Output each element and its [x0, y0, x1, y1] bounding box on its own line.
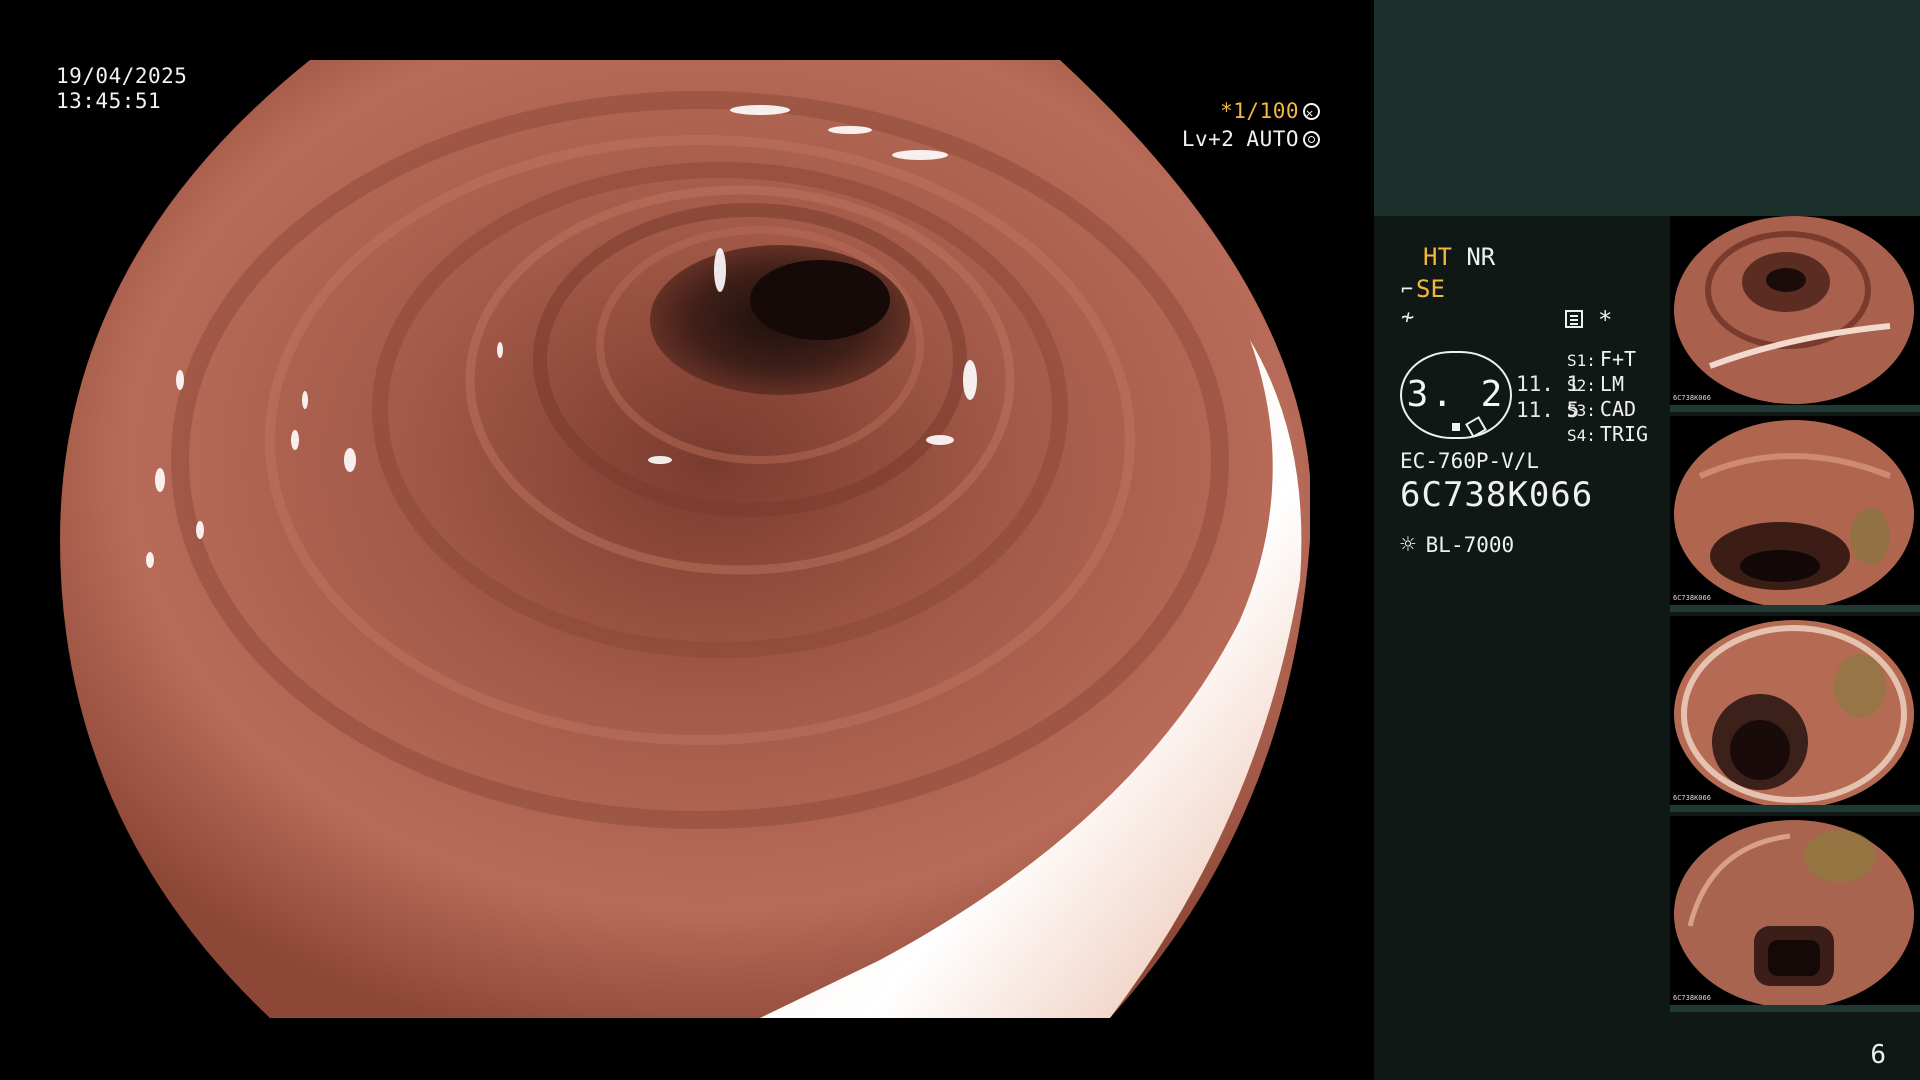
thumbnail-bar	[1670, 605, 1920, 612]
switch-s4: S4: TRIG	[1567, 422, 1649, 446]
captured-thumbnail-2[interactable]: 6C738K066	[1670, 416, 1920, 612]
captured-thumbnail-1[interactable]: 6C738K066	[1670, 216, 1920, 412]
iris-value: 3. 2	[1406, 374, 1506, 415]
scope-serial: 6C738K066	[1400, 475, 1594, 515]
light-source-icon: ☼	[1400, 530, 1416, 560]
iris-mode-icon	[1303, 131, 1320, 148]
thumbnail-label: 6C738K066	[1673, 394, 1711, 402]
iris-square-icon	[1452, 423, 1460, 431]
switch-s1: S1: F+T	[1567, 347, 1637, 371]
zoom-text: *1/100	[1220, 99, 1299, 123]
captured-thumbnail-3[interactable]: 6C738K066	[1670, 616, 1920, 812]
page-number: 6	[1870, 1040, 1886, 1070]
structure-enhance-icon: ⌐	[1401, 277, 1414, 301]
menu-icon	[1565, 310, 1583, 328]
thumbnail-bar	[1670, 1005, 1920, 1012]
shutter-icon	[1303, 101, 1320, 126]
iris-indicator: 3. 2	[1400, 351, 1512, 439]
thumbnail-label: 6C738K066	[1673, 994, 1711, 1002]
level-text: Lv+2	[1181, 127, 1235, 151]
nr-label: NR	[1466, 243, 1496, 271]
light-source-label: BL-7000	[1425, 533, 1515, 557]
thumbnail-bar	[1670, 805, 1920, 812]
captured-thumbnail-4[interactable]: 6C738K066	[1670, 816, 1920, 1012]
mode-text: AUTO	[1246, 127, 1299, 151]
date-text: 19/04/2025	[56, 64, 188, 88]
thumbnail-label: 6C738K066	[1673, 794, 1711, 802]
thumbnail-bar	[1670, 405, 1920, 412]
time-text: 13:45:51	[56, 89, 162, 113]
switch-s3: S3: CAD	[1567, 397, 1637, 421]
date-time-readout: 19/04/2025 13:45:51	[56, 64, 187, 114]
light-source: ☼ BL-7000	[1400, 530, 1514, 560]
endoscopy-screen: 19/04/2025 13:45:51 *1/100 Lv+2 AUTO HT …	[0, 0, 1920, 1080]
switch-s2: S2: LM	[1567, 372, 1624, 396]
asterisk-icon: *	[1598, 306, 1613, 334]
ht-nr-line: HT NR	[1423, 243, 1495, 271]
thumbnail-label: 6C738K066	[1673, 594, 1711, 602]
scope-model: EC-760P-V/L	[1400, 449, 1540, 473]
ht-label: HT	[1423, 243, 1452, 271]
info-panel-header	[1374, 0, 1920, 216]
se-label: SE	[1416, 275, 1445, 303]
endoscope-live-view	[60, 60, 1310, 1018]
se-line: ⌐ SE	[1401, 275, 1445, 303]
color-enhance-icon: ≁	[1401, 305, 1415, 330]
